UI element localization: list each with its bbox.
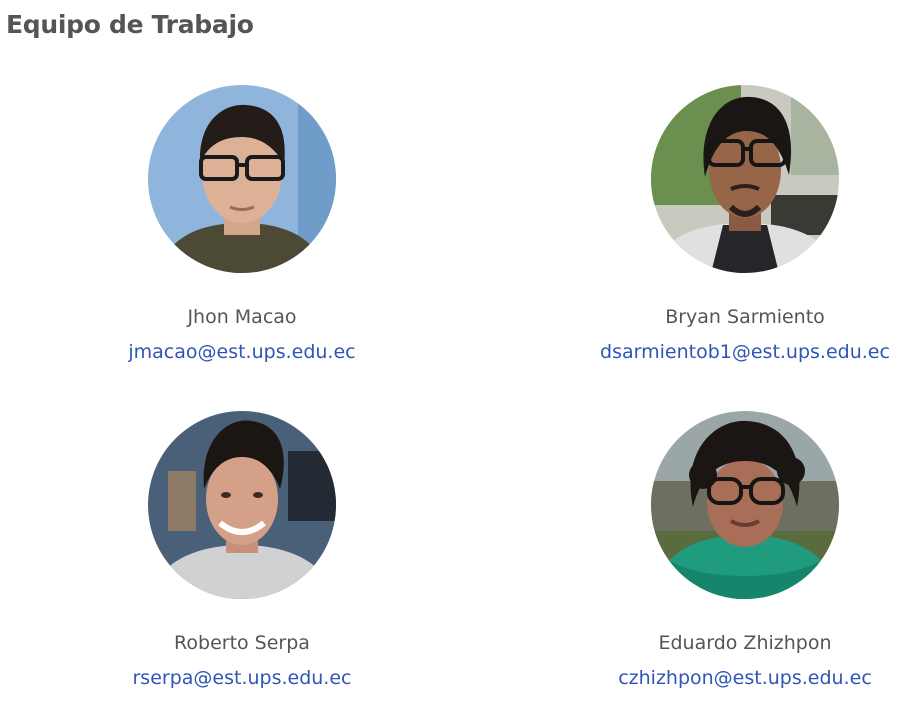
- avatar: [651, 411, 839, 599]
- avatar: [651, 85, 839, 273]
- avatar-photo-icon: [651, 411, 839, 599]
- team-member-card: Bryan Sarmiento dsarmientob1@est.ups.edu…: [565, 85, 915, 364]
- member-email-link[interactable]: rserpa@est.ups.edu.ec: [132, 666, 351, 690]
- member-name: Jhon Macao: [187, 306, 297, 328]
- avatar-photo-icon: [148, 411, 336, 599]
- member-email-link[interactable]: jmacao@est.ups.edu.ec: [128, 340, 355, 364]
- team-member-card: Jhon Macao jmacao@est.ups.edu.ec: [62, 85, 422, 364]
- member-name: Bryan Sarmiento: [665, 306, 825, 328]
- avatar: [148, 411, 336, 599]
- avatar-photo-icon: [651, 85, 839, 273]
- member-email-link[interactable]: dsarmientob1@est.ups.edu.ec: [600, 340, 890, 364]
- member-name: Eduardo Zhizhpon: [658, 632, 832, 654]
- avatar-photo-icon: [148, 85, 336, 273]
- page-title: Equipo de Trabajo: [6, 10, 254, 39]
- member-name: Roberto Serpa: [174, 632, 310, 654]
- team-member-card: Roberto Serpa rserpa@est.ups.edu.ec: [62, 411, 422, 690]
- member-email-link[interactable]: czhizhpon@est.ups.edu.ec: [618, 666, 872, 690]
- avatar: [148, 85, 336, 273]
- team-member-card: Eduardo Zhizhpon czhizhpon@est.ups.edu.e…: [565, 411, 915, 690]
